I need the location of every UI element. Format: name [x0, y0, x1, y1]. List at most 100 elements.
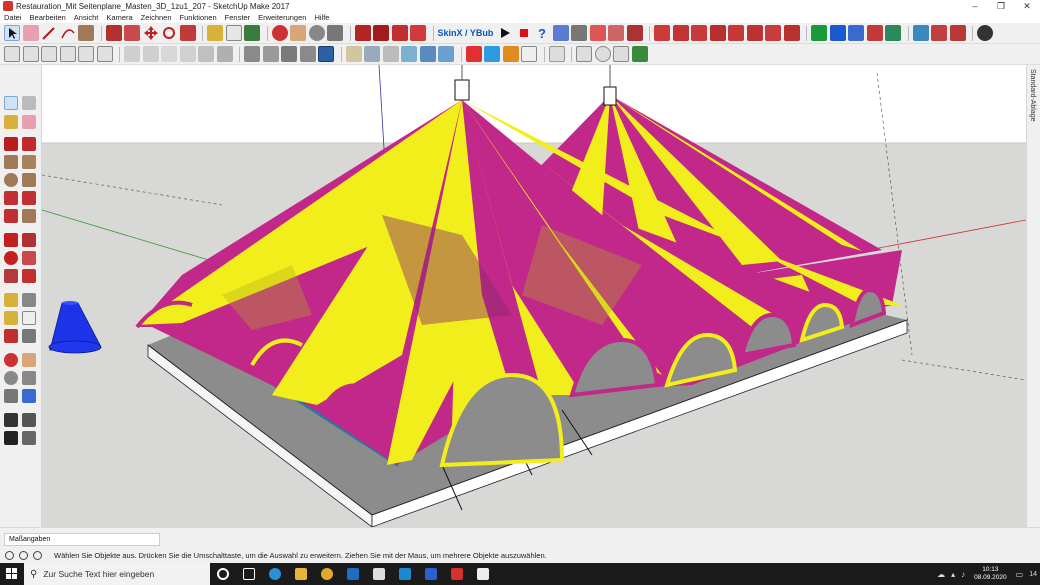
- cortana-icon[interactable]: [210, 563, 236, 585]
- palette-pie-icon[interactable]: [22, 209, 36, 223]
- component-icon-2[interactable]: [364, 46, 380, 62]
- view-front-icon[interactable]: [41, 46, 57, 62]
- palette-position-camera-icon[interactable]: [4, 413, 18, 427]
- fredo-icon-8[interactable]: [783, 25, 800, 41]
- tape-measure-tool-icon[interactable]: [207, 25, 223, 41]
- palette-offset-icon[interactable]: [22, 269, 36, 283]
- palette-3pt-arc-icon[interactable]: [4, 209, 18, 223]
- close-button[interactable]: ✕: [1014, 0, 1040, 12]
- instructor-icon[interactable]: [33, 551, 42, 560]
- follow-me-tool-icon[interactable]: [124, 25, 140, 41]
- measurements-label[interactable]: Maßangaben: [4, 533, 160, 546]
- palette-orbit-icon[interactable]: [4, 353, 18, 367]
- axis-tool-icon-2[interactable]: [829, 25, 846, 41]
- view-right-icon[interactable]: [59, 46, 76, 62]
- maximize-button[interactable]: ❐: [988, 0, 1014, 12]
- share-model-icon[interactable]: [391, 25, 408, 41]
- plugin-icon-3[interactable]: [589, 25, 606, 41]
- plugin-cube-orange-icon[interactable]: [502, 46, 519, 62]
- fredo-icon-7[interactable]: [765, 25, 782, 41]
- store-icon[interactable]: [366, 563, 392, 585]
- style-hiddenline-icon[interactable]: [179, 46, 196, 62]
- eraser-tool-icon[interactable]: [22, 25, 39, 41]
- palette-select-icon[interactable]: [4, 96, 18, 110]
- palette-paint-icon[interactable]: [4, 115, 18, 129]
- axis-tool-icon-5[interactable]: [885, 25, 902, 41]
- palette-text-icon[interactable]: [22, 311, 36, 325]
- extra-tool-icon-1[interactable]: [912, 25, 929, 41]
- palette-move-icon[interactable]: [4, 233, 18, 247]
- palette-previous-icon[interactable]: [22, 389, 36, 403]
- palette-scale-icon[interactable]: [4, 269, 18, 283]
- layout-send-icon[interactable]: [410, 25, 426, 41]
- fredo-icon-6[interactable]: [746, 25, 763, 41]
- section-fill-icon[interactable]: [299, 46, 316, 62]
- plugin-icon-4[interactable]: [608, 25, 625, 41]
- minimize-button[interactable]: –: [962, 0, 988, 12]
- menu-erweiterungen[interactable]: Erweiterungen: [254, 12, 310, 23]
- style-xray-icon[interactable]: [124, 46, 140, 62]
- palette-dimension-icon[interactable]: [22, 293, 36, 307]
- palette-followme-icon[interactable]: [22, 251, 36, 265]
- fredo-icon-4[interactable]: [709, 25, 726, 41]
- palette-polygon-icon[interactable]: [22, 173, 36, 187]
- taskbar-search[interactable]: ⚲ Zur Suche Text hier eingeben: [24, 563, 210, 585]
- app-icon-notes[interactable]: [470, 563, 496, 585]
- menu-ansicht[interactable]: Ansicht: [70, 12, 103, 23]
- volume-icon[interactable]: ♪: [961, 570, 965, 579]
- fredo-icon-1[interactable]: [654, 25, 671, 41]
- explorer-icon[interactable]: [288, 563, 314, 585]
- palette-arc-icon[interactable]: [4, 191, 18, 205]
- target-icon[interactable]: [594, 46, 611, 62]
- start-button[interactable]: [0, 563, 24, 585]
- palette-pushpull-icon[interactable]: [22, 233, 36, 247]
- section-cut-icon[interactable]: [281, 46, 297, 62]
- extra-tool-icon-2[interactable]: [931, 25, 948, 41]
- fredo-icon-3[interactable]: [691, 25, 708, 41]
- plugin-icon-5[interactable]: [626, 25, 643, 41]
- menu-datei[interactable]: Datei: [0, 12, 26, 23]
- plugin-sv6-icon[interactable]: [521, 46, 537, 62]
- select-tool-icon[interactable]: [4, 25, 20, 41]
- palette-protractor-icon[interactable]: [4, 311, 18, 325]
- skinx-ybub-label[interactable]: SkinX / YBub: [438, 28, 494, 38]
- plugin-cube-red-icon[interactable]: [465, 46, 482, 62]
- sketchup-taskbar-icon[interactable]: [444, 563, 470, 585]
- fredo-icon-5[interactable]: [728, 25, 745, 41]
- view-back-icon[interactable]: [78, 46, 94, 62]
- default-tray-tab[interactable]: Standard-Ablage: [1026, 65, 1040, 527]
- section-active-icon[interactable]: [318, 46, 334, 62]
- palette-pan-icon[interactable]: [22, 353, 36, 367]
- paint-bucket-tool-icon[interactable]: [244, 25, 260, 41]
- help-icon[interactable]: ?: [534, 25, 550, 41]
- push-pull-tool-icon[interactable]: [105, 25, 122, 41]
- style-shaded-icon[interactable]: [198, 46, 214, 62]
- menu-kamera[interactable]: Kamera: [102, 12, 136, 23]
- outlook-icon[interactable]: [340, 563, 366, 585]
- menu-bearbeiten[interactable]: Bearbeiten: [26, 12, 70, 23]
- component-icon-6[interactable]: [438, 46, 454, 62]
- orbit-tool-icon[interactable]: [271, 25, 288, 41]
- pan-tool-icon[interactable]: [290, 25, 306, 41]
- task-view-icon[interactable]: [236, 563, 262, 585]
- palette-zoom-window-icon[interactable]: [22, 371, 36, 385]
- rectangle-tool-icon[interactable]: [78, 25, 94, 41]
- component-icon-5[interactable]: [419, 46, 436, 62]
- geolocation-icon[interactable]: [5, 551, 14, 560]
- app-icon-doc[interactable]: [418, 563, 444, 585]
- credits-icon[interactable]: [19, 551, 28, 560]
- skinx-stop-icon[interactable]: [516, 25, 532, 41]
- notification-icon[interactable]: ▭: [1016, 570, 1024, 579]
- zoom-tool-icon[interactable]: [308, 25, 325, 41]
- style-wireframe-icon[interactable]: [161, 46, 177, 62]
- palette-axes-icon[interactable]: [4, 329, 18, 343]
- palette-rotated-rect-icon[interactable]: [22, 155, 36, 169]
- plugin-curve-icon[interactable]: [548, 46, 565, 62]
- palette-rectangle-icon[interactable]: [4, 155, 18, 169]
- style-backedges-icon[interactable]: [142, 46, 159, 62]
- palette-zoom-icon[interactable]: [4, 371, 18, 385]
- palette-tape-icon[interactable]: [4, 293, 18, 307]
- extra-tool-icon-3[interactable]: [949, 25, 966, 41]
- plugin-icon-1[interactable]: [552, 25, 569, 41]
- axis-tool-icon-3[interactable]: [848, 25, 865, 41]
